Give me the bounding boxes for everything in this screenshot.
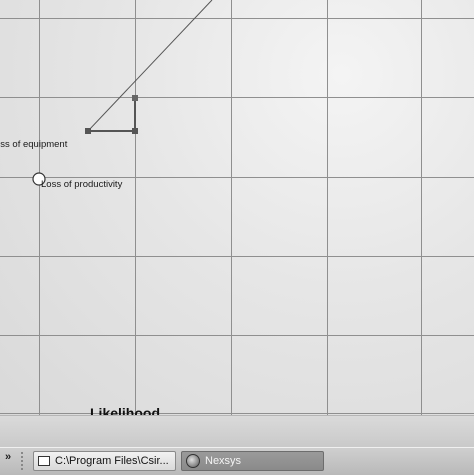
risk-marker-equipment[interactable] — [85, 128, 91, 134]
taskbar-button-label: Nexsys — [205, 455, 242, 467]
taskbar-button-explorer[interactable]: C:\Program Files\Csir... — [33, 451, 176, 471]
risk-matrix-plot: oss of equipment Loss of productivity — [0, 0, 474, 415]
taskbar-button-label: C:\Program Files\Csir... — [55, 455, 169, 467]
risk-movement-bracket — [88, 98, 136, 132]
taskbar-overflow-button[interactable]: » — [5, 451, 11, 463]
risk-bracket-handle[interactable] — [132, 128, 138, 134]
risk-label-productivity[interactable]: Loss of productivity — [41, 179, 122, 190]
taskbar: » C:\Program Files\Csir... Nexsys — [0, 447, 474, 475]
risk-trend-line — [87, 0, 213, 132]
window-bottom-band — [0, 415, 474, 448]
nexsys-app-icon — [186, 454, 200, 468]
risk-bracket-handle[interactable] — [132, 95, 138, 101]
taskbar-grip[interactable] — [21, 452, 27, 470]
risk-label-equipment[interactable]: oss of equipment — [0, 139, 67, 150]
folder-window-icon — [38, 456, 50, 466]
taskbar-button-nexsys[interactable]: Nexsys — [181, 451, 324, 471]
risk-grid — [0, 0, 474, 415]
